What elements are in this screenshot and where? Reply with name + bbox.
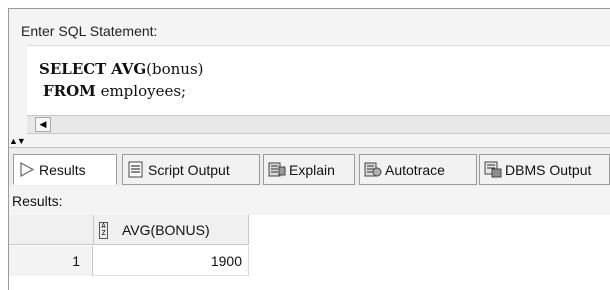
tab-dbms-output[interactable]: DBMS Output: [479, 154, 610, 185]
sql-keyword-select: SELECT: [39, 60, 107, 78]
autotrace-icon: [364, 161, 382, 178]
table-cell[interactable]: 1900: [93, 246, 249, 276]
sort-az-icon[interactable]: AZ: [99, 222, 108, 239]
script-icon: [127, 161, 145, 178]
sql-keyword-avg: AVG: [111, 60, 147, 78]
output-tab-bar: Results Script Output Explain Autotrace …: [9, 147, 610, 186]
column-header-label: AVG(BONUS): [122, 222, 210, 238]
scroll-left-arrow-icon[interactable]: ◀: [35, 117, 51, 132]
column-header-avg-bonus[interactable]: AZ AVG(BONUS): [93, 215, 249, 245]
tab-autotrace-label: Autotrace: [385, 161, 445, 178]
sql-line-1-rest: (bonus): [146, 60, 204, 78]
tab-autotrace[interactable]: Autotrace: [359, 154, 477, 185]
tab-explain[interactable]: Explain: [263, 154, 355, 185]
editor-horizontal-scrollbar[interactable]: ◀: [27, 115, 610, 134]
tab-script-output-label: Script Output: [148, 161, 230, 178]
sql-keyword-from: FROM: [43, 82, 96, 100]
explain-plan-icon: [268, 161, 286, 178]
tab-results[interactable]: Results: [13, 154, 117, 185]
play-icon: [18, 161, 36, 178]
results-grid: AZ AVG(BONUS) 1 1900: [9, 215, 610, 290]
sql-line-2-rest: employees;: [95, 82, 187, 100]
dbms-output-icon: [484, 161, 502, 178]
tab-script-output[interactable]: Script Output: [122, 154, 260, 185]
tab-explain-label: Explain: [289, 161, 335, 178]
splitter-arrows-icon[interactable]: ▲▼: [9, 136, 49, 146]
results-heading: Results:: [12, 193, 63, 209]
tab-dbms-output-label: DBMS Output: [505, 161, 592, 178]
sql-line-1: SELECT AVG(bonus): [39, 60, 204, 78]
tab-results-label: Results: [39, 161, 86, 178]
row-number-cell: 1: [9, 246, 93, 276]
sql-line-2: FROM employees;: [43, 82, 186, 100]
sql-prompt-label: Enter SQL Statement:: [21, 23, 158, 39]
sql-editor[interactable]: SELECT AVG(bonus) FROM employees;: [27, 45, 610, 115]
